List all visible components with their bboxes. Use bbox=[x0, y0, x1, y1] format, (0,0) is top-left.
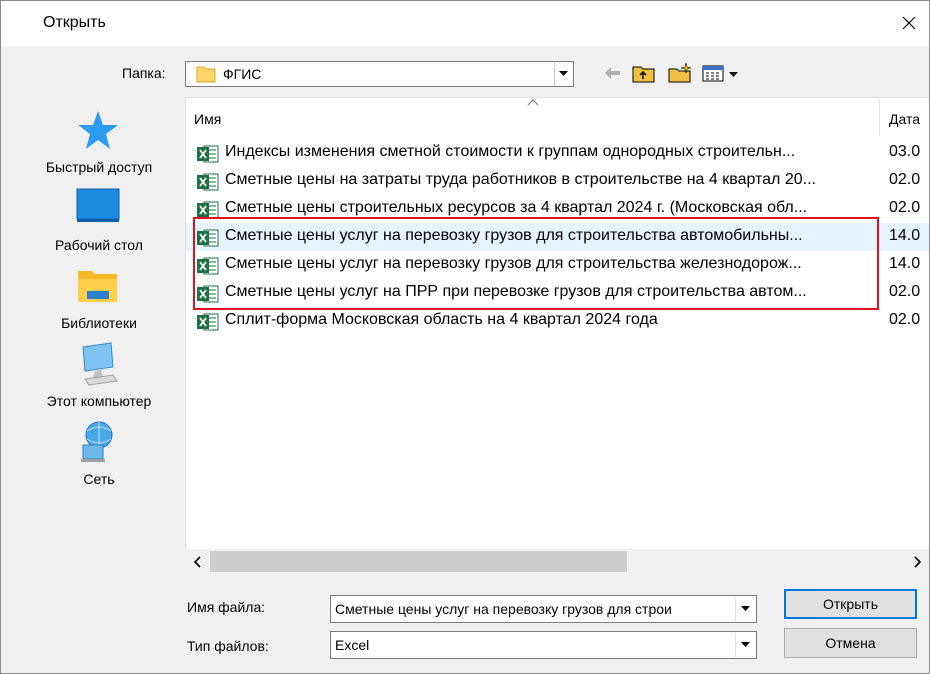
horizontal-scrollbar[interactable] bbox=[185, 549, 929, 574]
file-name: Сметные цены строительных ресурсов за 4 … bbox=[225, 199, 808, 216]
up-folder-icon[interactable] bbox=[631, 62, 657, 84]
file-name: Сплит-форма Московская область на 4 квар… bbox=[225, 311, 658, 328]
column-header: Имя Дата bbox=[186, 98, 929, 136]
place-label: Этот компьютер bbox=[46, 393, 152, 409]
window-title: Открыть bbox=[43, 14, 106, 31]
filetype-value: Excel bbox=[335, 637, 370, 653]
excel-file-icon bbox=[197, 145, 219, 163]
excel-file-icon bbox=[197, 201, 219, 219]
filename-label: Имя файла: bbox=[187, 599, 266, 615]
place-desktop[interactable]: Рабочий стол bbox=[15, 185, 183, 263]
desktop-icon bbox=[76, 188, 120, 222]
title-bar: Открыть bbox=[1, 1, 929, 46]
place-label: Сеть bbox=[83, 471, 115, 487]
quick-access-star-icon bbox=[78, 111, 118, 149]
folder-dropdown-button[interactable] bbox=[554, 63, 572, 85]
chevron-down-icon bbox=[741, 606, 750, 611]
back-arrow-icon[interactable] bbox=[601, 62, 623, 84]
file-row[interactable]: Сметные цены услуг на перевозку грузов д… bbox=[186, 251, 929, 279]
place-label: Библиотеки bbox=[61, 315, 137, 331]
place-label: Рабочий стол bbox=[55, 237, 143, 253]
excel-file-icon bbox=[197, 285, 219, 303]
file-date: 02.0 bbox=[889, 199, 921, 216]
new-folder-icon[interactable] bbox=[667, 62, 693, 84]
scroll-right-button[interactable] bbox=[904, 549, 929, 574]
column-name-header[interactable]: Имя bbox=[194, 111, 221, 127]
chevron-down-icon bbox=[559, 71, 568, 76]
file-row[interactable]: Индексы изменения сметной стоимости к гр… bbox=[186, 139, 929, 167]
file-date: 02.0 bbox=[889, 171, 921, 188]
file-row-selected[interactable]: Сметные цены услуг на перевозку грузов д… bbox=[186, 223, 929, 251]
file-date: 14.0 bbox=[889, 227, 921, 244]
filename-dropdown-button[interactable] bbox=[735, 597, 755, 621]
filetype-label: Тип файлов: bbox=[187, 638, 269, 654]
this-pc-icon bbox=[82, 342, 118, 386]
excel-file-icon bbox=[197, 257, 219, 275]
folder-icon bbox=[196, 66, 216, 83]
file-name: Сметные цены услуг на перевозку грузов д… bbox=[225, 227, 803, 244]
place-quick-access[interactable]: Быстрый доступ bbox=[15, 107, 183, 185]
chevron-down-icon bbox=[741, 642, 750, 647]
folder-label: Папка: bbox=[122, 65, 166, 81]
scroll-left-button[interactable] bbox=[185, 549, 210, 574]
file-date: 02.0 bbox=[889, 283, 921, 300]
file-date: 03.0 bbox=[889, 143, 921, 160]
place-network[interactable]: Сеть bbox=[15, 419, 183, 497]
place-libraries[interactable]: Библиотеки bbox=[15, 263, 183, 341]
file-name: Сметные цены услуг на перевозку грузов д… bbox=[225, 255, 802, 272]
excel-file-icon bbox=[197, 313, 219, 331]
file-date: 14.0 bbox=[889, 255, 921, 272]
file-row[interactable]: Сметные цены услуг на ПРР при перевозке … bbox=[186, 279, 929, 307]
excel-file-icon bbox=[197, 229, 219, 247]
file-row[interactable]: Сметные цены на затраты труда работников… bbox=[186, 167, 929, 195]
close-icon bbox=[902, 16, 916, 30]
filename-combobox[interactable]: Сметные цены услуг на перевозку грузов д… bbox=[330, 595, 757, 623]
view-menu-icon[interactable] bbox=[701, 62, 741, 84]
file-list[interactable]: Имя Дата Индексы изменения сметной стоим… bbox=[185, 97, 929, 574]
file-name: Индексы изменения сметной стоимости к гр… bbox=[225, 143, 796, 160]
chevron-left-icon bbox=[193, 555, 201, 568]
column-separator[interactable] bbox=[879, 98, 880, 136]
excel-file-icon bbox=[197, 173, 219, 191]
place-this-pc[interactable]: Этот компьютер bbox=[15, 341, 183, 419]
file-date: 02.0 bbox=[889, 311, 921, 328]
cancel-button[interactable]: Отмена bbox=[784, 628, 917, 658]
places-bar: Быстрый доступ Рабочий стол Библиотеки Э… bbox=[15, 97, 183, 574]
file-name: Сметные цены услуг на ПРР при перевозке … bbox=[225, 283, 807, 300]
network-icon bbox=[81, 421, 113, 462]
close-button[interactable] bbox=[895, 9, 923, 37]
column-date-header[interactable]: Дата bbox=[889, 111, 920, 127]
sort-ascending-icon bbox=[527, 99, 539, 106]
filename-value[interactable]: Сметные цены услуг на перевозку грузов д… bbox=[335, 601, 733, 617]
open-button[interactable]: Открыть bbox=[784, 589, 917, 619]
current-folder-name: ФГИС bbox=[223, 66, 262, 82]
chevron-right-icon bbox=[913, 555, 921, 568]
place-label: Быстрый доступ bbox=[45, 159, 153, 175]
file-row[interactable]: Сметные цены строительных ресурсов за 4 … bbox=[186, 195, 929, 223]
folder-combobox[interactable]: ФГИС bbox=[185, 61, 574, 87]
libraries-icon bbox=[78, 271, 117, 302]
file-row[interactable]: Сплит-форма Московская область на 4 квар… bbox=[186, 307, 929, 335]
filetype-dropdown-button[interactable] bbox=[735, 633, 755, 657]
filetype-combobox[interactable]: Excel bbox=[330, 631, 757, 659]
open-file-dialog: Открыть Папка: ФГИС Быстрый доступ Рабоч… bbox=[0, 0, 930, 674]
scrollbar-thumb[interactable] bbox=[210, 551, 627, 572]
file-name: Сметные цены на затраты труда работников… bbox=[225, 171, 816, 188]
